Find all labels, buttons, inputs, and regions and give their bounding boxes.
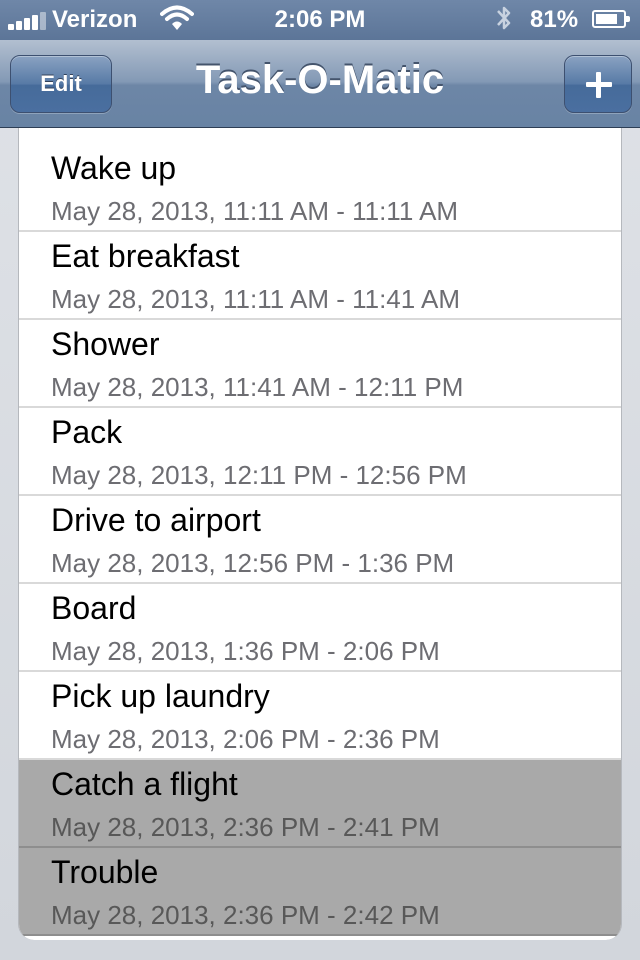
screen: Verizon 2:06 PM 81% Edit Task-O-Matic Ma… [0,0,640,960]
task-title: Eat breakfast [51,238,240,274]
task-title: Board [51,590,137,626]
task-title: Pick up laundry [51,678,270,714]
task-row[interactable]: Trouble May 28, 2013, 2:36 PM - 2:42 PM [19,848,621,936]
navigation-bar: Edit Task-O-Matic [0,40,640,128]
task-title: Shower [51,326,160,362]
task-time-range: May 28, 2013, 2:36 PM - 2:42 PM [51,900,440,930]
task-title: Pack [51,414,123,450]
task-row[interactable]: Catch a flight May 28, 2013, 2:36 PM - 2:… [19,760,621,848]
task-time-range: May 28, 2013, 11:11 AM - 11:11 AM [51,196,459,226]
bluetooth-icon [497,6,511,30]
task-time-range: May 28, 2013, 12:11 PM - 12:56 PM [51,460,467,490]
page-title: Task-O-Matic [195,58,445,102]
task-row[interactable]: Eat breakfast May 28, 2013, 11:11 AM - 11… [19,232,621,320]
task-title: Wake up [51,150,177,186]
task-title: Catch a flight [51,766,238,802]
task-title: Drive to airport [51,502,261,538]
task-time-range: May 28, 2013, 11:11 AM - 11:41 AM [51,284,461,314]
task-row[interactable]: Shower May 28, 2013, 11:41 AM - 12:11 PM [19,320,621,408]
task-row[interactable]: Board May 28, 2013, 1:36 PM - 2:06 PM [19,584,621,672]
status-bar: Verizon 2:06 PM 81% [0,0,640,40]
task-row[interactable]: Pack May 28, 2013, 12:11 PM - 12:56 PM [19,408,621,496]
task-row[interactable]: Wake up May 28, 2013, 11:11 AM - 11:11 AM [19,144,621,232]
task-time-range: May 28, 2013, 11:41 AM - 12:11 PM [51,372,464,402]
task-row[interactable]: Pick up laundry May 28, 2013, 2:06 PM - 2… [19,672,621,760]
task-row[interactable]: Drive to airport May 28, 2013, 12:56 PM -… [19,496,621,584]
task-title: Trouble [51,854,159,890]
battery-icon [592,10,630,28]
task-table[interactable]: May 28, 2013, 2:06 PM - 2:06 PMWake upMa… [18,128,622,940]
task-time-range: May 28, 2013, 1:36 PM - 2:06 PM [51,636,440,666]
battery-percent: 81% [530,6,579,33]
task-time-range: May 28, 2013, 2:36 PM - 2:41 PM [51,812,440,842]
add-task-button[interactable] [564,55,632,113]
task-time-range: May 28, 2013, 2:06 PM - 2:36 PM [51,724,440,754]
task-time-range: May 28, 2013, 12:56 PM - 1:36 PM [51,548,455,578]
